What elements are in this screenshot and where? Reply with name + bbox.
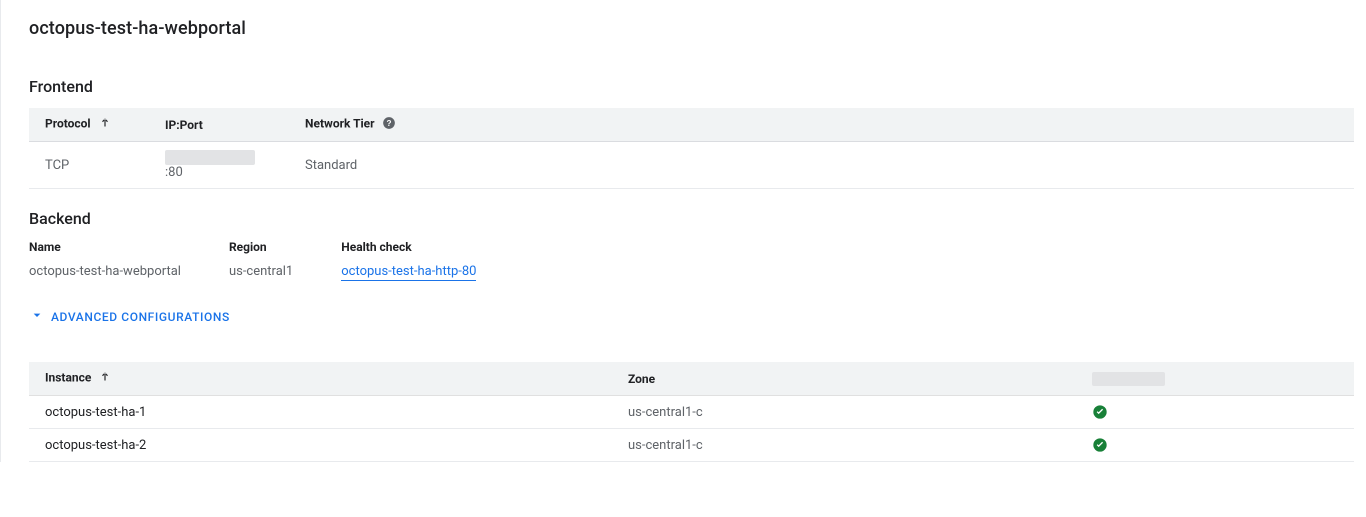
frontend-col-ipport[interactable]: IP:Port <box>149 108 289 142</box>
sort-asc-icon <box>98 116 112 133</box>
help-icon[interactable]: ? <box>382 116 396 133</box>
backend-name: octopus-test-ha-webportal <box>29 264 181 279</box>
svg-text:?: ? <box>386 119 391 128</box>
backend-health-link[interactable]: octopus-test-ha-http-80 <box>341 264 476 281</box>
instance-zone: us-central1-c <box>612 396 1076 429</box>
instance-name: octopus-test-ha-2 <box>29 429 612 462</box>
instances-col-instance[interactable]: Instance <box>29 362 612 396</box>
redacted-ip: xxxxxxxxxxxxxx <box>165 150 255 165</box>
instance-zone: us-central1-c <box>612 429 1076 462</box>
advanced-configurations-label: ADVANCED CONFIGURATIONS <box>51 310 230 324</box>
frontend-port: :80 <box>165 165 183 180</box>
page-title: octopus-test-ha-webportal <box>29 18 1354 39</box>
frontend-protocol: TCP <box>29 142 149 189</box>
instances-col-status[interactable]: xxxxxxxxxxxx <box>1076 362 1354 396</box>
instance-status <box>1076 396 1354 429</box>
frontend-tier: Standard <box>289 142 1354 189</box>
chevron-down-icon <box>29 307 45 326</box>
col-label: Instance <box>45 371 91 385</box>
frontend-ipport: xxxxxxxxxxxxxx:80 <box>149 142 289 189</box>
col-label: Protocol <box>45 117 91 131</box>
instance-row: octopus-test-ha-1 us-central1-c <box>29 396 1354 429</box>
backend-region: us-central1 <box>229 264 293 279</box>
col-label: Network Tier <box>305 117 375 131</box>
backend-health-label: Health check <box>341 240 476 264</box>
frontend-col-tier[interactable]: Network Tier ? <box>289 108 1354 142</box>
backend-summary: Name octopus-test-ha-webportal Region us… <box>29 240 1354 281</box>
instance-name: octopus-test-ha-1 <box>29 396 612 429</box>
status-healthy-icon <box>1092 404 1108 420</box>
redacted-header: xxxxxxxxxxxx <box>1092 372 1165 386</box>
frontend-row: TCP xxxxxxxxxxxxxx:80 Standard <box>29 142 1354 189</box>
instances-table: Instance Zone xxxxxxxxxxxx octopus-test-… <box>29 362 1354 462</box>
backend-region-label: Region <box>229 240 293 264</box>
instance-row: octopus-test-ha-2 us-central1-c <box>29 429 1354 462</box>
backend-name-label: Name <box>29 240 181 264</box>
status-healthy-icon <box>1092 437 1108 453</box>
sort-asc-icon <box>98 370 112 387</box>
advanced-configurations-toggle[interactable]: ADVANCED CONFIGURATIONS <box>29 307 1354 326</box>
backend-heading: Backend <box>29 209 1354 228</box>
frontend-table: Protocol IP:Port Network Tier ? TCP <box>29 108 1354 189</box>
frontend-col-protocol[interactable]: Protocol <box>29 108 149 142</box>
instance-status <box>1076 429 1354 462</box>
instances-col-zone[interactable]: Zone <box>612 362 1076 396</box>
frontend-heading: Frontend <box>29 77 1354 96</box>
